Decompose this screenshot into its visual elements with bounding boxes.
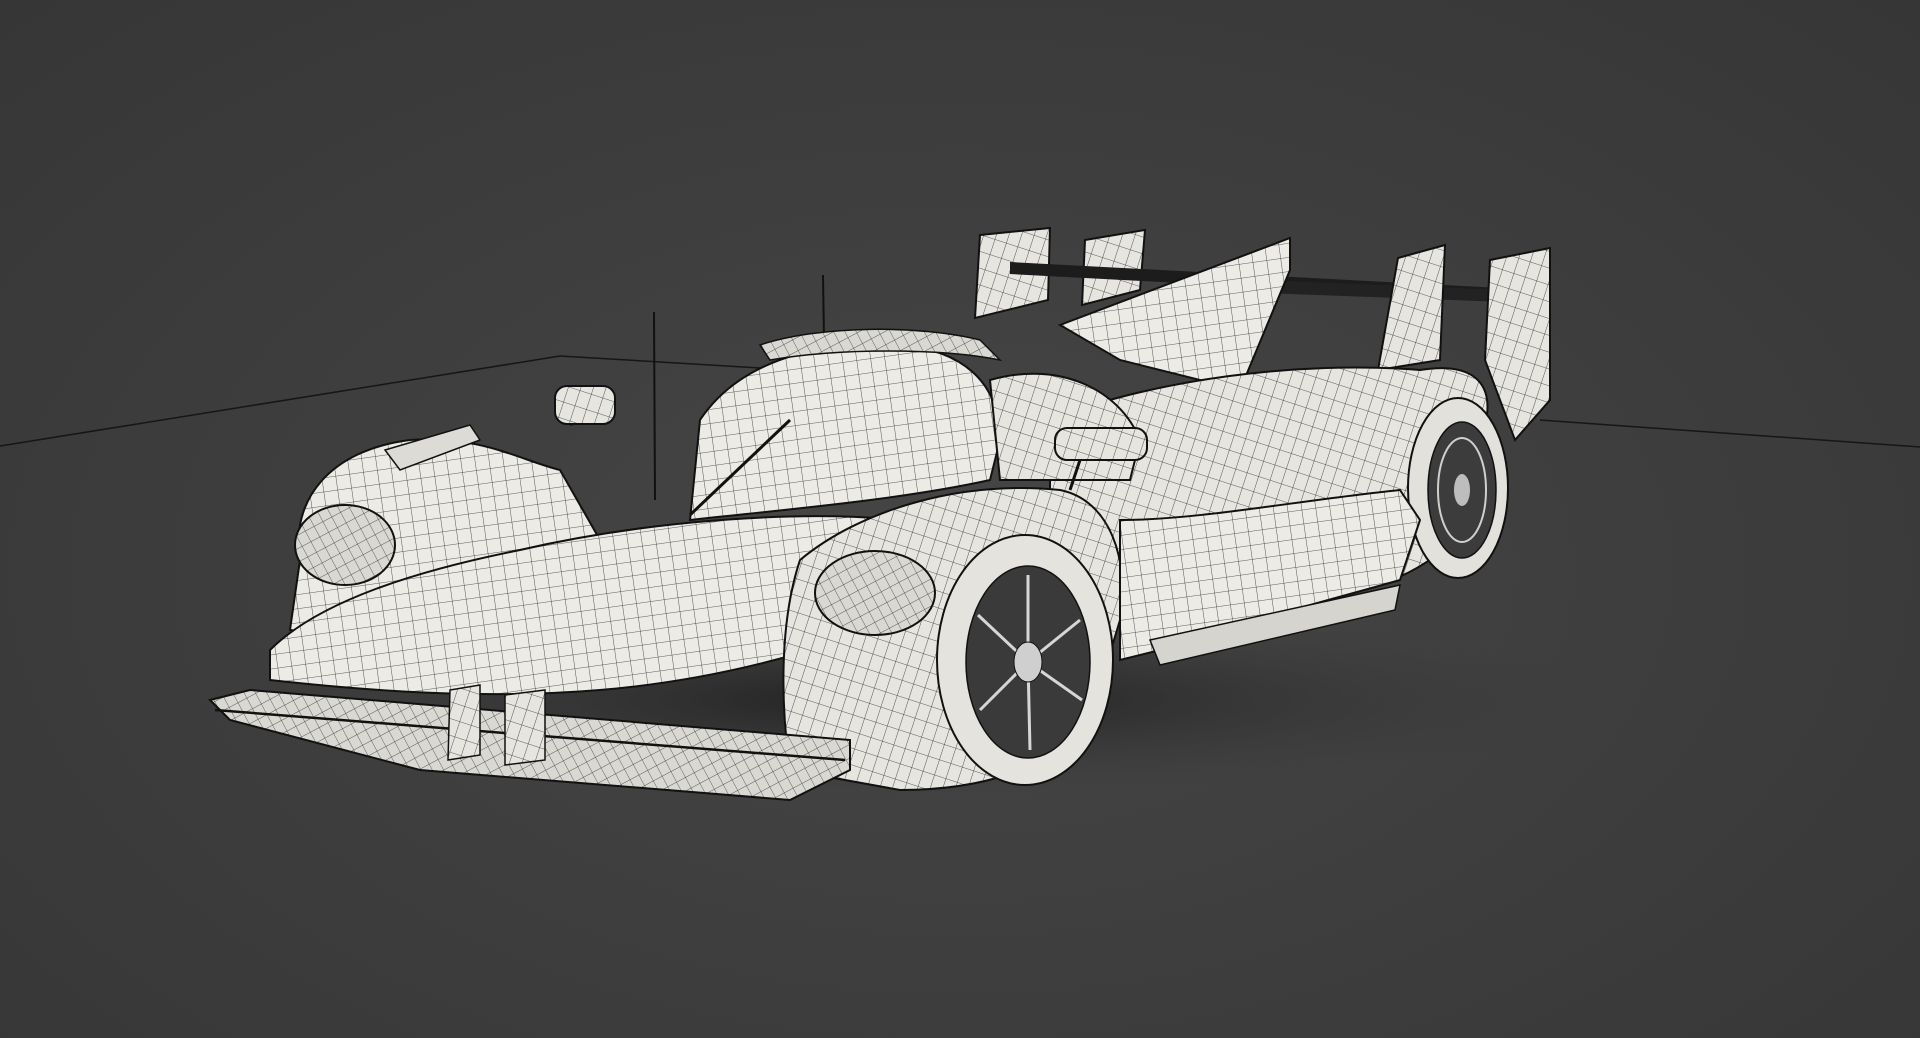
left-headlight <box>294 504 396 586</box>
left-mirror <box>554 385 616 427</box>
front-right-wheel <box>936 534 1114 786</box>
floor-line-back <box>559 355 761 369</box>
3d-viewport[interactable] <box>0 0 1920 1038</box>
rear-wheel <box>1407 397 1509 579</box>
canopy-side <box>988 372 1142 481</box>
scene-canvas <box>0 226 1920 802</box>
right-headlight <box>814 550 936 636</box>
floor-line-left <box>0 355 561 447</box>
floor-line-right <box>1539 419 1920 448</box>
